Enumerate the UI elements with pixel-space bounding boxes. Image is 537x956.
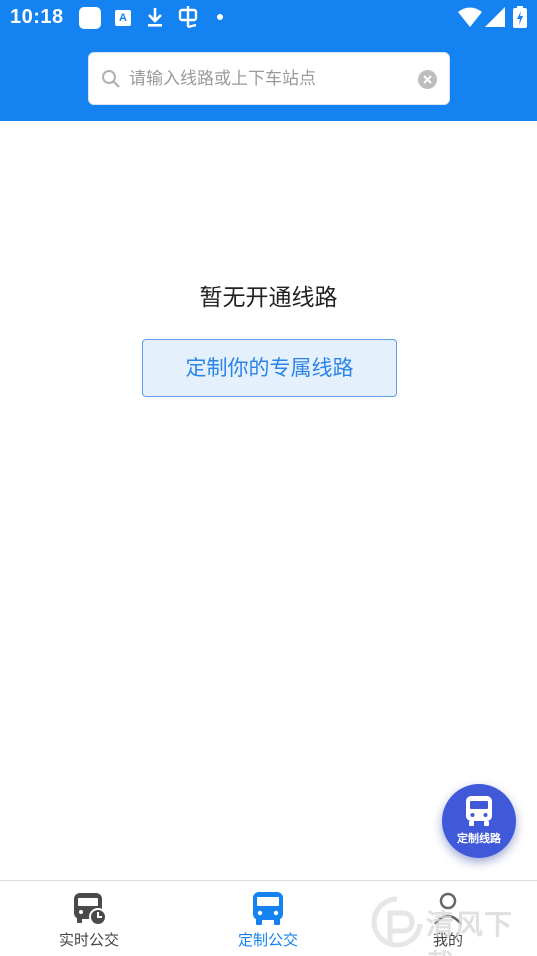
watermark-text: 清风下载 [426, 908, 514, 956]
wifi-icon [458, 7, 482, 31]
header: 10:18 A [0, 0, 537, 121]
nav-item-custom-bus[interactable]: 定制公交 [203, 881, 333, 956]
bus-icon [464, 795, 494, 831]
nav-label-custom-bus: 定制公交 [237, 931, 298, 949]
nav-item-realtime-bus[interactable]: 实时公交 [24, 881, 154, 956]
bus-clock-icon [71, 890, 107, 930]
dot-icon [217, 14, 223, 20]
nav-label-realtime-bus: 实时公交 [58, 931, 119, 949]
clear-icon[interactable] [418, 70, 437, 89]
custom-route-fab[interactable]: 定制线路 [442, 784, 516, 858]
bus-icon [250, 890, 286, 930]
a-box-icon: A [115, 10, 131, 26]
status-time: 10:18 [10, 6, 64, 28]
watermark: 清风下载 [370, 895, 535, 956]
search-box[interactable] [88, 52, 450, 105]
status-bar: 10:18 A [0, 0, 537, 36]
search-input[interactable] [129, 61, 409, 97]
download-icon [146, 6, 164, 32]
signal-icon [485, 7, 505, 31]
battery-icon [513, 6, 527, 32]
bug-icon [176, 5, 200, 34]
screen: 10:18 A 请输入线路或上下车站点 暂无开通线路 定制你的专属线路 定制线路… [0, 0, 537, 956]
app-square-icon [79, 7, 101, 29]
search-icon [101, 69, 121, 93]
empty-state-title: 暂无开通线路 [199, 285, 338, 311]
custom-route-button[interactable]: 定制你的专属线路 [142, 339, 397, 397]
fab-label: 定制线路 [457, 832, 501, 845]
